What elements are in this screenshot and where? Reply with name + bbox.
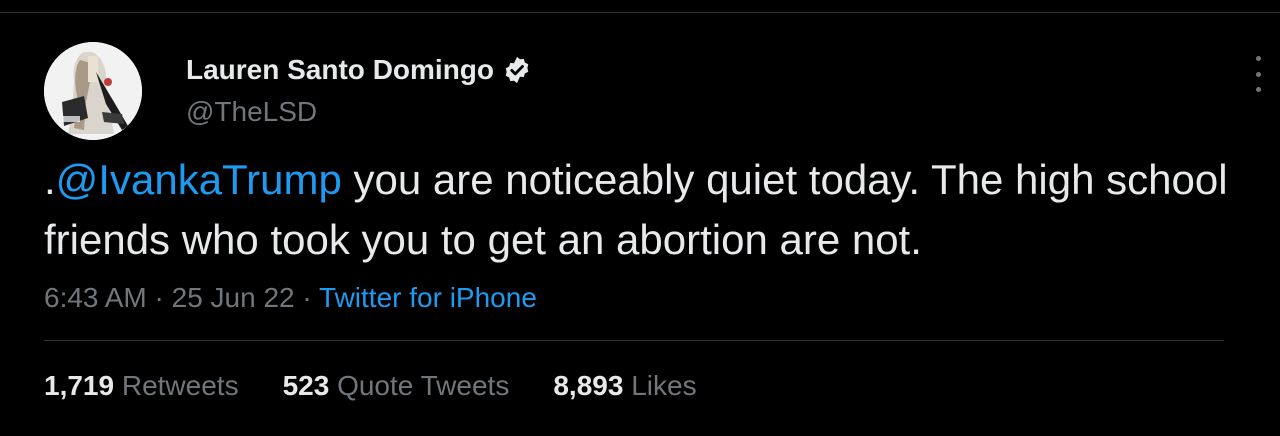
tweet-date[interactable]: 25 Jun 22 <box>172 282 295 313</box>
quote-tweets-stat[interactable]: 523 Quote Tweets <box>283 366 510 406</box>
verified-badge-icon <box>502 55 532 85</box>
likes-stat[interactable]: 8,893 Likes <box>553 366 696 406</box>
author-handle[interactable]: @TheLSD <box>186 96 532 128</box>
stats-divider <box>44 340 1224 341</box>
author-name-row: Lauren Santo Domingo <box>186 50 532 90</box>
meta-separator: · <box>294 282 320 313</box>
more-options-icon[interactable] <box>1246 56 1270 92</box>
avatar-photo-icon <box>44 42 142 140</box>
tweet-prefix: . <box>44 156 56 203</box>
meta-separator: · <box>146 282 172 313</box>
retweets-stat[interactable]: 1,719 Retweets <box>44 366 239 406</box>
stat-label: Retweets <box>121 370 239 401</box>
tweet-time[interactable]: 6:43 AM <box>44 282 147 313</box>
stat-count: 523 <box>282 370 330 401</box>
more-dot <box>1255 71 1261 77</box>
avatar[interactable] <box>44 42 142 140</box>
author-name[interactable]: Lauren Santo Domingo <box>186 54 494 86</box>
tweet-stats: 1,719 Retweets 523 Quote Tweets 8,893 Li… <box>44 366 741 406</box>
more-dot <box>1255 87 1261 92</box>
tweet-source-link[interactable]: Twitter for iPhone <box>319 282 537 313</box>
author-block: Lauren Santo Domingo @TheLSD <box>186 50 532 128</box>
stat-count: 1,719 <box>44 370 115 401</box>
stat-label: Quote Tweets <box>337 370 510 401</box>
stat-count: 8,893 <box>553 370 624 401</box>
tweet-meta: 6:43 AM · 25 Jun 22 · Twitter for iPhone <box>44 278 537 318</box>
tweet-text: .@IvankaTrump you are noticeably quiet t… <box>44 150 1244 270</box>
mention-link[interactable]: @IvankaTrump <box>56 156 342 203</box>
more-dot <box>1255 56 1261 61</box>
stat-label: Likes <box>631 370 697 401</box>
top-divider <box>0 12 1280 13</box>
